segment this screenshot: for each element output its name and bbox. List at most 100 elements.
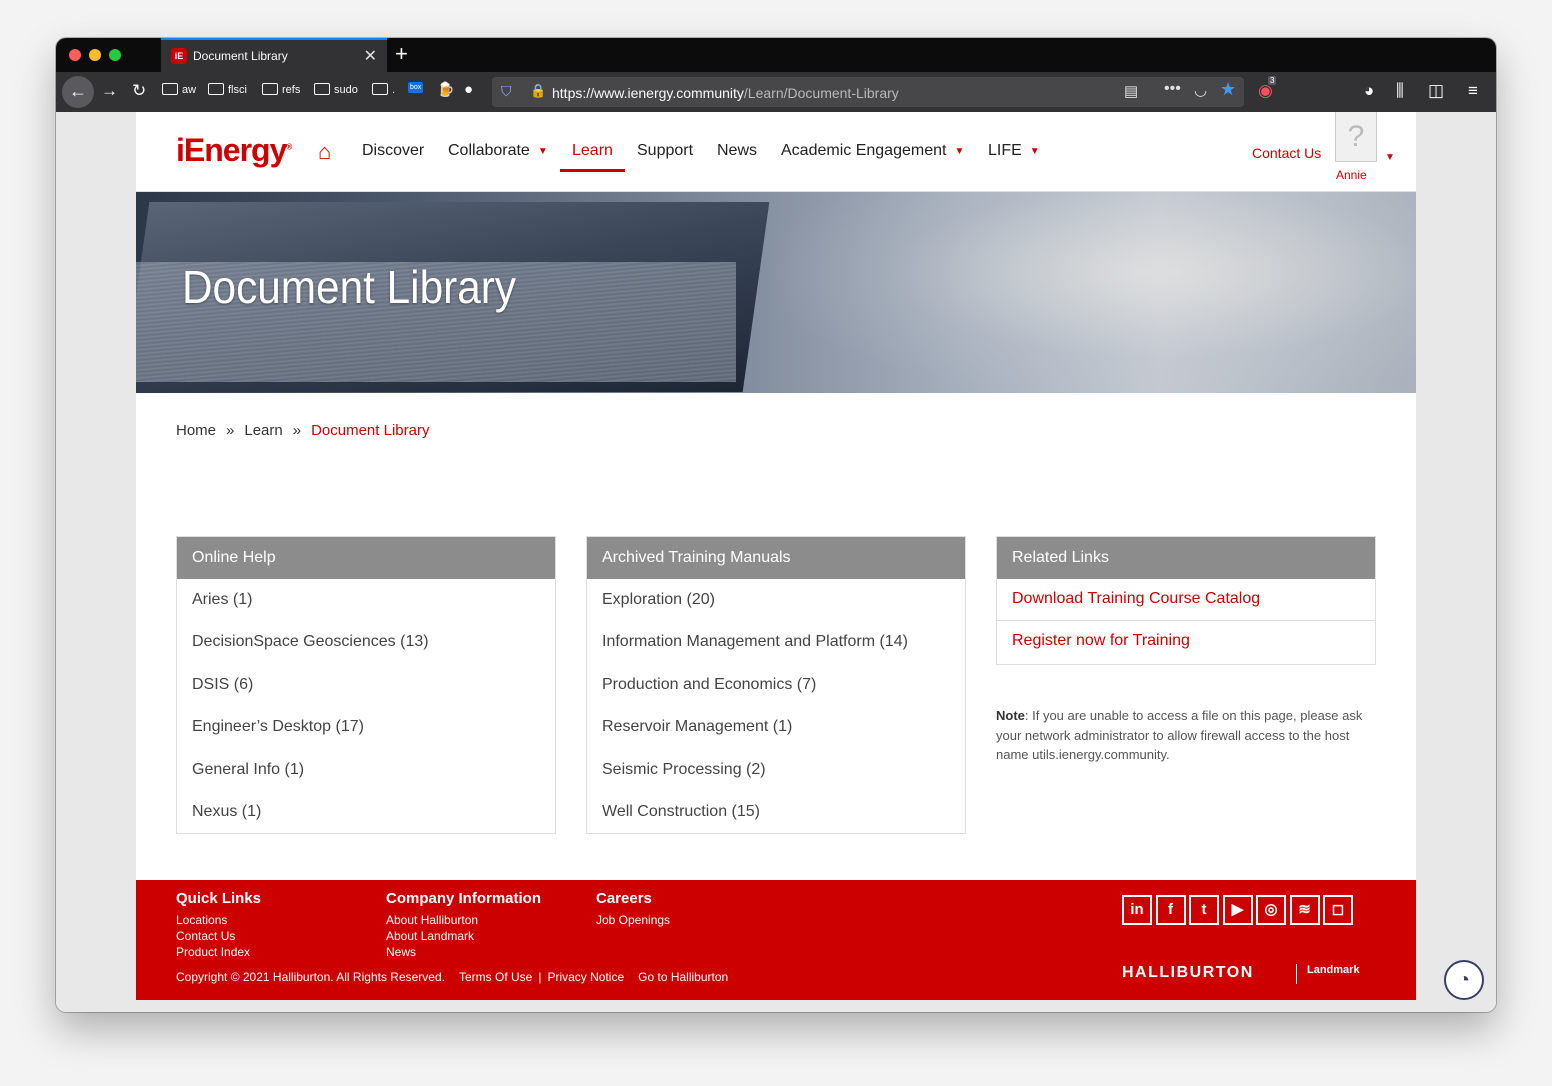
tab-title: Document Library [193,49,288,63]
note-label: Note [996,708,1025,723]
bookmark-sudo[interactable]: sudo [314,83,358,96]
browser-window: iE Document Library ✕ + ← → ↻ aw flsci r… [56,38,1496,1012]
landmark-logo[interactable]: Landmark [1296,964,1360,984]
footer-company-info: Company Information About Halliburton Ab… [386,890,541,960]
tab-bar: iE Document Library ✕ + [56,38,1496,72]
folder-icon [314,83,330,95]
register-training-link[interactable]: Register now for Training [997,621,1375,663]
linkedin-icon[interactable]: in [1122,895,1152,925]
menu-icon[interactable]: ≡ [1468,81,1478,101]
forward-arrow-icon[interactable]: → [101,81,118,101]
legal-separator: | [538,970,542,984]
url-bar[interactable]: ⛉ 🔒 https://www.ienergy.community/Learn/… [492,77,1244,107]
breadcrumb-home[interactable]: Home [176,422,216,439]
twitter-icon[interactable]: t [1189,895,1219,925]
nav-discover[interactable]: Discover [362,142,424,160]
archived-manuals-panel: Archived Training Manuals Exploration (2… [586,536,966,835]
footer-link-locations[interactable]: Locations [176,912,261,928]
nav-news[interactable]: News [717,142,757,160]
footer-link-contact[interactable]: Contact Us [176,928,261,944]
pocket-icon[interactable]: ◡ [1194,81,1207,99]
lock-icon[interactable]: 🔒 [530,83,546,99]
footer-link-job-openings[interactable]: Job Openings [596,912,670,928]
nav-academic-engagement[interactable]: Academic Engagement ▼ [781,142,964,160]
list-item[interactable]: General Info (1) [177,749,555,791]
rss-icon[interactable]: ≋ [1289,895,1320,925]
terms-link[interactable]: Terms Of Use [459,970,532,984]
reload-icon[interactable]: ↻ [132,81,146,101]
ienergy-logo[interactable]: iEnergy® [176,132,292,169]
more-actions-icon[interactable]: ••• [1164,80,1181,98]
list-item[interactable]: Production and Economics (7) [587,664,965,706]
nav-life[interactable]: LIFE ▼ [988,142,1040,160]
close-window-button[interactable] [69,49,81,61]
bookmark-star-icon[interactable]: ★ [1220,79,1236,100]
shield-icon[interactable]: ⛉ [501,83,512,100]
maximize-window-button[interactable] [109,49,121,61]
list-item[interactable]: Well Construction (15) [587,791,965,833]
folder-icon [162,83,178,95]
box-bookmark-icon[interactable]: box [408,82,424,93]
reader-view-icon[interactable]: ▤ [1124,82,1138,100]
browser-tab[interactable]: iE Document Library ✕ [161,38,387,72]
list-item[interactable]: Seismic Processing (2) [587,749,965,791]
beer-bookmark-icon[interactable]: 🍺 [437,81,454,98]
related-links-panel: Related Links Download Training Course C… [996,536,1376,665]
footer-link-news[interactable]: News [386,944,541,960]
list-item[interactable]: DSIS (6) [177,664,555,706]
list-item[interactable]: Exploration (20) [587,579,965,621]
note-text: : If you are unable to access a file on … [996,708,1363,762]
folder-icon [372,83,388,95]
back-arrow-icon[interactable]: ← [62,76,94,108]
privacy-link[interactable]: Privacy Notice [547,970,624,984]
list-item[interactable]: DecisionSpace Geosciences (13) [177,621,555,663]
instagram-icon[interactable]: ◻ [1323,895,1353,925]
footer-link-product-index[interactable]: Product Index [176,944,261,960]
banner-light [776,192,1416,393]
list-item[interactable]: Reservoir Management (1) [587,706,965,748]
footer-link-about-landmark[interactable]: About Landmark [386,928,541,944]
site-footer: Quick Links Locations Contact Us Product… [136,880,1416,1000]
account-icon[interactable]: ◕ [1364,81,1374,101]
footer-careers: Careers Job Openings [596,890,670,928]
library-icon[interactable]: ⫼ [1396,81,1404,101]
web-page: iEnergy® ⌂ Discover Collaborate ▼ Learn S… [136,112,1416,1000]
user-name[interactable]: Annie [1336,168,1367,182]
nav-learn[interactable]: Learn [560,142,625,172]
download-catalog-link[interactable]: Download Training Course Catalog [997,579,1375,622]
new-tab-button[interactable]: + [395,41,408,67]
sidebar-icon[interactable]: ◫ [1428,81,1444,101]
online-help-panel: Online Help Aries (1) DecisionSpace Geos… [176,536,556,835]
related-links-list: Download Training Course Catalog Registe… [997,579,1375,664]
list-item[interactable]: Information Management and Platform (14) [587,621,965,663]
breadcrumb-learn[interactable]: Learn [244,422,282,439]
caret-down-icon: ▼ [537,146,548,157]
minimize-window-button[interactable] [89,49,101,61]
cookie-settings-icon[interactable]: ◔ [1444,960,1484,1000]
footer-link-about-halliburton[interactable]: About Halliburton [386,912,541,928]
tab-close-icon[interactable]: ✕ [364,46,377,66]
bookmark-flsci[interactable]: flsci [208,83,247,96]
github-icon[interactable]: ● [464,81,473,98]
user-menu-caret-icon[interactable]: ▼ [1385,152,1395,163]
blog-icon[interactable]: ◎ [1256,895,1286,925]
home-icon[interactable]: ⌂ [318,139,331,165]
youtube-icon[interactable]: ▶ [1222,895,1253,925]
facebook-icon[interactable]: f [1155,895,1186,925]
halliburton-logo[interactable]: HALLIBURTON [1122,964,1254,982]
ienergy-favicon-icon: iE [171,48,187,64]
list-item[interactable]: Nexus (1) [177,791,555,833]
list-item[interactable]: Engineer’s Desktop (17) [177,706,555,748]
list-item[interactable]: Aries (1) [177,579,555,621]
panel-title: Archived Training Manuals [587,537,965,579]
url-text[interactable]: https://www.ienergy.community/Learn/Docu… [552,85,899,101]
bookmark-dot[interactable]: . [372,83,395,96]
nav-collaborate[interactable]: Collaborate ▼ [448,142,548,160]
nav-support[interactable]: Support [637,142,693,160]
contact-us-link[interactable]: Contact Us [1252,145,1321,161]
goto-halliburton-link[interactable]: Go to Halliburton [638,970,728,984]
bookmark-aw[interactable]: aw [162,83,196,96]
footer-quick-links: Quick Links Locations Contact Us Product… [176,890,261,960]
bookmark-refs[interactable]: refs [262,83,300,96]
avatar[interactable]: ? [1335,112,1377,162]
